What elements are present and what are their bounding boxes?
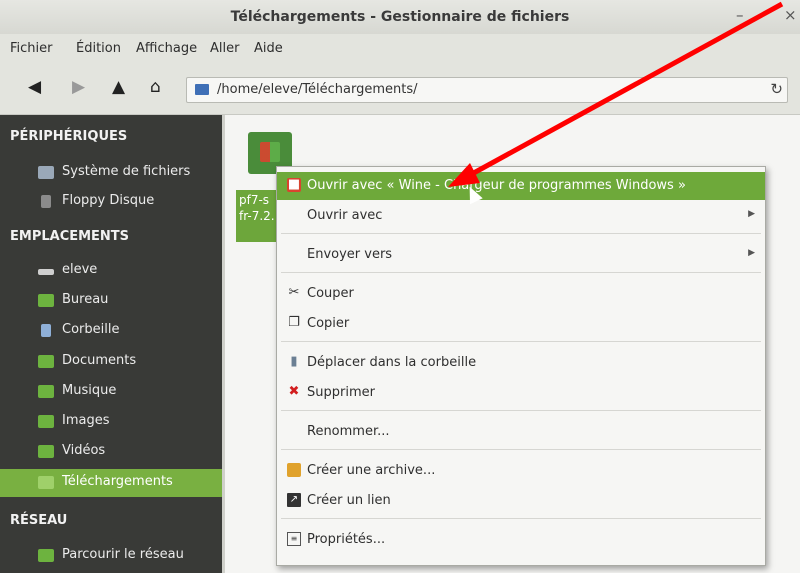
sidebar-item-telechargements[interactable]: Téléchargements (0, 469, 222, 497)
menu-item-label: Créer une archive... (307, 463, 436, 478)
close-icon[interactable]: × (784, 6, 797, 24)
menu-item-label: Propriétés... (307, 532, 386, 547)
wine-icon: ■ (287, 177, 301, 192)
menu-separator (281, 410, 761, 411)
menu-item-label: Ouvrir avec (307, 208, 383, 223)
sidebar-item-eleve[interactable]: eleve (0, 257, 222, 285)
sidebar-item-label: Vidéos (62, 443, 106, 458)
places-header: EMPLACEMENTS (10, 229, 130, 244)
context-menu: ■ Ouvrir avec « Wine - Chargeur de progr… (276, 166, 766, 566)
sidebar-item-label: eleve (62, 262, 98, 277)
menu-item-rename[interactable]: Renommer... (277, 418, 765, 446)
copy-icon: ❐ (288, 315, 300, 330)
minimize-icon[interactable]: – (736, 6, 744, 24)
menu-item-label: Ouvrir avec « Wine - Chargeur de program… (307, 178, 686, 193)
home-icon (38, 269, 54, 275)
sidebar-item-videos[interactable]: Vidéos (0, 438, 222, 466)
back-arrow-icon[interactable]: ◀ (28, 77, 41, 97)
sidebar-item-filesystem[interactable]: Système de fichiers (0, 159, 222, 187)
menu-aide[interactable]: Aide (254, 41, 283, 56)
submenu-arrow-icon: ▶ (748, 209, 755, 219)
menu-item-delete[interactable]: ✖ Supprimer (277, 379, 765, 407)
menu-item-create-archive[interactable]: Créer une archive... (277, 457, 765, 485)
sidebar-item-label: Corbeille (62, 322, 120, 337)
delete-icon: ✖ (288, 384, 300, 399)
sidebar-item-label: Documents (62, 353, 137, 368)
menu-item-copy[interactable]: ❐ Copier (277, 310, 765, 338)
folder-icon (38, 476, 54, 489)
trash-icon: ▮ (290, 354, 298, 369)
network-icon (38, 549, 54, 562)
sidebar-item-corbeille[interactable]: Corbeille (0, 317, 222, 345)
menu-item-label: Renommer... (307, 424, 390, 439)
windows-logo-icon (260, 142, 280, 162)
sidebar-item-label: Bureau (62, 292, 109, 307)
menu-affichage[interactable]: Affichage (136, 41, 197, 56)
drive-icon (38, 166, 54, 179)
menu-item-label: Déplacer dans la corbeille (307, 355, 477, 370)
menu-separator (281, 341, 761, 342)
link-icon: ↗ (287, 493, 301, 507)
sidebar-item-network[interactable]: Parcourir le réseau (0, 542, 222, 570)
sidebar-item-bureau[interactable]: Bureau (0, 287, 222, 315)
devices-header: PÉRIPHÉRIQUES (10, 129, 128, 144)
menu-bar: Fichier Édition Affichage Aller Aide (0, 34, 800, 64)
menu-item-properties[interactable]: ≡ Propriétés... (277, 526, 765, 554)
title-bar: Téléchargements - Gestionnaire de fichie… (0, 0, 800, 34)
folder-icon (195, 84, 209, 95)
desktop-icon (38, 294, 54, 307)
sidebar-item-label: Images (62, 413, 110, 428)
folder-icon (38, 355, 54, 368)
submenu-arrow-icon: ▶ (748, 248, 755, 258)
network-header: RÉSEAU (10, 513, 68, 528)
sidebar-item-label: Musique (62, 383, 117, 398)
menu-separator (281, 449, 761, 450)
toolbar: ◀ ▶ ▲ ⌂ /home/eleve/Téléchargements/ ↻ (0, 64, 800, 115)
sidebar-item-documents[interactable]: Documents (0, 348, 222, 376)
menu-item-open-with-wine[interactable]: ■ Ouvrir avec « Wine - Chargeur de progr… (277, 172, 765, 200)
menu-item-send-to[interactable]: Envoyer vers ▶ (277, 241, 765, 269)
menu-edition[interactable]: Édition (76, 41, 121, 56)
floppy-icon (41, 195, 51, 208)
menu-aller[interactable]: Aller (210, 41, 239, 56)
menu-separator (281, 233, 761, 234)
scissors-icon: ✂ (288, 285, 300, 300)
menu-separator (281, 518, 761, 519)
sidebar-item-label: Téléchargements (62, 474, 173, 489)
forward-arrow-icon[interactable]: ▶ (72, 77, 85, 97)
reload-icon[interactable]: ↻ (770, 80, 783, 98)
sidebar-item-label: Floppy Disque (62, 193, 155, 208)
menu-item-label: Envoyer vers (307, 247, 393, 262)
menu-item-label: Couper (307, 286, 354, 301)
window-title: Téléchargements - Gestionnaire de fichie… (230, 9, 570, 25)
sidebar-item-label: Parcourir le réseau (62, 547, 184, 562)
menu-separator (281, 272, 761, 273)
properties-icon: ≡ (287, 532, 301, 546)
menu-item-label: Supprimer (307, 385, 375, 400)
menu-item-cut[interactable]: ✂ Couper (277, 280, 765, 308)
menu-item-create-link[interactable]: ↗ Créer un lien (277, 487, 765, 515)
sidebar-item-label: Système de fichiers (62, 164, 191, 179)
menu-item-label: Copier (307, 316, 350, 331)
up-arrow-icon[interactable]: ▲ (112, 77, 125, 97)
sidebar-item-floppy[interactable]: Floppy Disque (0, 188, 222, 216)
menu-item-label: Créer un lien (307, 493, 391, 508)
home-icon[interactable]: ⌂ (150, 77, 161, 97)
location-path[interactable]: /home/eleve/Téléchargements/ (217, 82, 418, 97)
folder-icon (38, 415, 54, 428)
folder-icon (38, 445, 54, 458)
sidebar-item-musique[interactable]: Musique (0, 378, 222, 406)
menu-fichier[interactable]: Fichier (10, 41, 53, 56)
archive-icon (287, 463, 301, 477)
folder-icon (38, 385, 54, 398)
location-bar[interactable]: /home/eleve/Téléchargements/ ↻ (186, 77, 788, 103)
menu-item-move-to-trash[interactable]: ▮ Déplacer dans la corbeille (277, 349, 765, 377)
trash-icon (41, 324, 51, 337)
sidebar: PÉRIPHÉRIQUES Système de fichiers Floppy… (0, 115, 222, 573)
menu-item-open-with[interactable]: Ouvrir avec ▶ (277, 202, 765, 230)
sidebar-item-images[interactable]: Images (0, 408, 222, 436)
